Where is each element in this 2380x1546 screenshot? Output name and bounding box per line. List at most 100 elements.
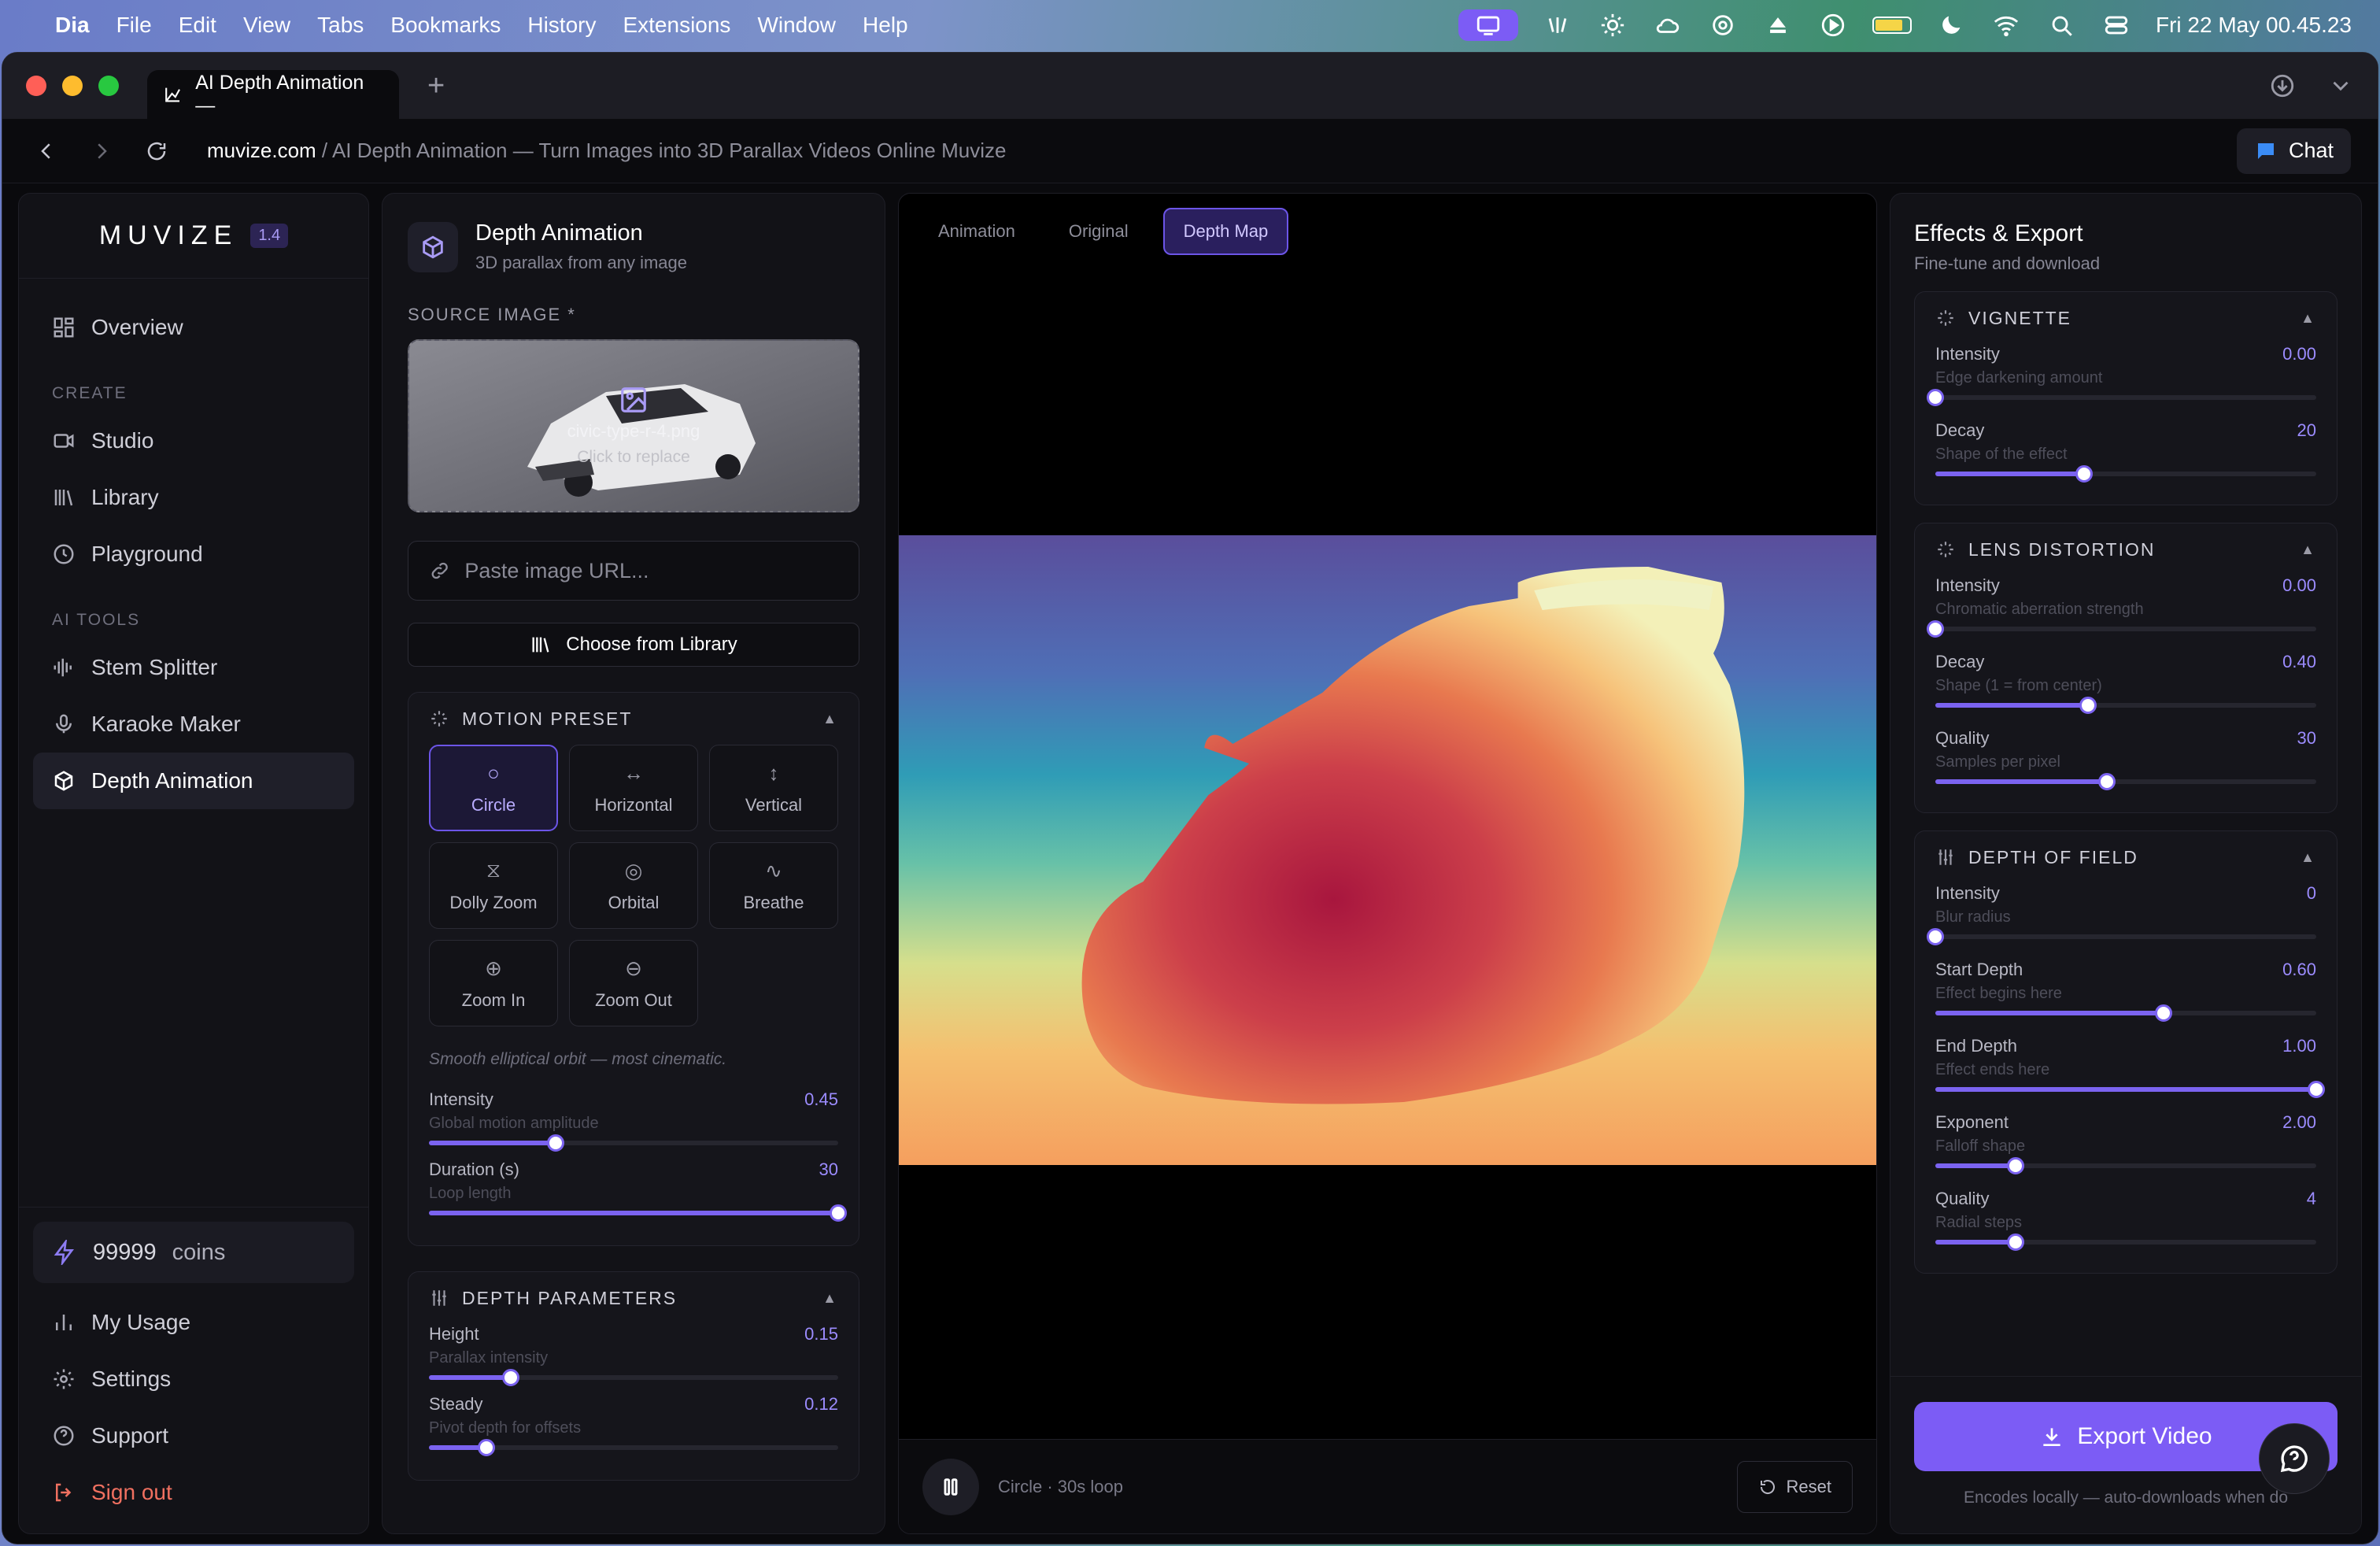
lens-distortion-header[interactable]: LENS DISTORTION ▲ [1935,523,2316,575]
eject-icon[interactable] [1762,9,1794,41]
slider-track[interactable] [1935,1004,2316,1022]
chevron-down-icon[interactable] [2327,72,2354,99]
cloud-icon[interactable] [1652,9,1683,41]
slider-track[interactable] [1927,620,2316,638]
new-tab-button[interactable]: + [427,69,445,103]
preset-zoom-in[interactable]: ⊕ Zoom In [429,940,558,1026]
url-field[interactable]: muvize.com / AI Depth Animation — Turn I… [207,139,1006,163]
sidebar-item-stem-splitter[interactable]: Stem Splitter [33,639,354,696]
coins-balance[interactable]: 99999 coins [33,1222,354,1283]
slider-thumb[interactable] [830,1204,847,1222]
slider-track[interactable] [429,1369,838,1386]
slider-thumb[interactable] [547,1134,565,1152]
slider-track[interactable] [1935,1081,2325,1098]
pause-button[interactable] [922,1458,979,1515]
tab-original[interactable]: Original [1050,208,1148,255]
effects-scroll-area[interactable]: VIGNETTE ▲ Intensity 0.00 Edge darkening … [1890,291,2361,1274]
image-url-field[interactable] [408,541,859,601]
sign-out-button[interactable]: Sign out [33,1464,354,1521]
sidebar-item-studio[interactable]: Studio [33,412,354,469]
screen-share-icon[interactable] [1458,9,1518,41]
collapse-icon[interactable]: ▲ [822,1290,838,1307]
sidebar-item-karaoke-maker[interactable]: Karaoke Maker [33,696,354,753]
slider-thumb[interactable] [2006,1233,2024,1251]
slider-thumb[interactable] [1927,389,1944,406]
sidebar-item-library[interactable]: Library [33,469,354,526]
active-tab[interactable]: AI Depth Animation — [147,70,399,119]
wifi-icon[interactable] [1990,9,2022,41]
slider-track[interactable] [429,1439,838,1456]
slider-track[interactable] [429,1204,847,1222]
search-icon[interactable] [2046,9,2077,41]
play-circle-icon[interactable] [1817,9,1849,41]
slider-track[interactable] [1935,465,2316,483]
logo[interactable]: MUVIZE 1.4 [19,194,368,279]
brightness-icon[interactable] [1597,9,1628,41]
preset-vertical[interactable]: ↕ Vertical [709,745,838,831]
tool-icon[interactable] [1542,9,1573,41]
preset-zoom-out[interactable]: ⊖ Zoom Out [569,940,698,1026]
control-center-icon[interactable] [2101,9,2132,41]
battery-icon[interactable] [1872,17,1912,34]
choose-from-library-button[interactable]: Choose from Library [408,623,859,667]
menu-history[interactable]: History [527,13,596,38]
slider-thumb[interactable] [2308,1081,2325,1098]
preset-orbital[interactable]: ◎ Orbital [569,842,698,929]
sidebar-item-settings[interactable]: Settings [33,1351,354,1407]
slider-track[interactable] [1935,1233,2316,1251]
slider-track[interactable] [1927,928,2316,945]
menu-view[interactable]: View [243,13,290,38]
collapse-icon[interactable]: ▲ [822,711,838,727]
forward-button[interactable] [84,134,119,168]
slider-thumb[interactable] [477,1439,495,1456]
slider-track[interactable] [1927,389,2316,406]
minimize-window-button[interactable] [62,76,83,96]
menubar-clock[interactable]: Fri 22 May 00.45.23 [2156,13,2352,38]
help-chat-button[interactable] [2259,1423,2330,1494]
slider-thumb[interactable] [2075,465,2093,483]
image-url-input[interactable] [464,558,838,583]
sidebar-item-overview[interactable]: Overview [33,299,354,356]
menu-help[interactable]: Help [863,13,908,38]
slider-track[interactable] [1935,773,2316,790]
motion-preset-header[interactable]: MOTION PRESET ▲ [429,693,838,745]
preset-breathe[interactable]: ∿ Breathe [709,842,838,929]
slider-track[interactable] [1935,697,2316,714]
menu-bookmarks[interactable]: Bookmarks [390,13,501,38]
reload-button[interactable] [139,134,174,168]
sidebar-item-my-usage[interactable]: My Usage [33,1294,354,1351]
menu-tabs[interactable]: Tabs [317,13,364,38]
slider-thumb[interactable] [2155,1004,2173,1022]
reset-button[interactable]: Reset [1736,1460,1853,1513]
sidebar-item-support[interactable]: Support [33,1407,354,1464]
moon-icon[interactable] [1935,9,1967,41]
zoom-window-button[interactable] [98,76,119,96]
sidebar-item-depth-animation[interactable]: Depth Animation [33,753,354,809]
collapse-icon[interactable]: ▲ [2301,542,2316,558]
menu-window[interactable]: Window [757,13,836,38]
depth-of-field-header[interactable]: DEPTH OF FIELD ▲ [1935,831,2316,883]
depth-parameters-header[interactable]: DEPTH PARAMETERS ▲ [429,1272,838,1324]
slider-track[interactable] [1935,1157,2316,1174]
menu-extensions[interactable]: Extensions [623,13,730,38]
image-dropzone[interactable]: civic-type-r-4.png Click to replace [408,339,859,512]
spiral-icon[interactable] [1707,9,1739,41]
slider-thumb[interactable] [2079,697,2097,714]
collapse-icon[interactable]: ▲ [2301,849,2316,866]
chat-button[interactable]: Chat [2236,128,2351,174]
slider-thumb[interactable] [1927,620,1944,638]
preset-dolly-zoom[interactable]: ⧖ Dolly Zoom [429,842,558,929]
tab-depth-map[interactable]: Depth Map [1162,208,1289,255]
menu-edit[interactable]: Edit [179,13,216,38]
vignette-header[interactable]: VIGNETTE ▲ [1935,292,2316,344]
menu-app-name[interactable]: Dia [55,13,90,38]
back-button[interactable] [29,134,64,168]
slider-thumb[interactable] [502,1369,519,1386]
preset-circle[interactable]: ○ Circle [429,745,558,831]
downloads-icon[interactable] [2269,72,2296,99]
slider-thumb[interactable] [2097,773,2116,790]
collapse-icon[interactable]: ▲ [2301,310,2316,327]
sidebar-item-playground[interactable]: Playground [33,526,354,583]
slider-track[interactable] [429,1134,838,1152]
close-window-button[interactable] [26,76,46,96]
